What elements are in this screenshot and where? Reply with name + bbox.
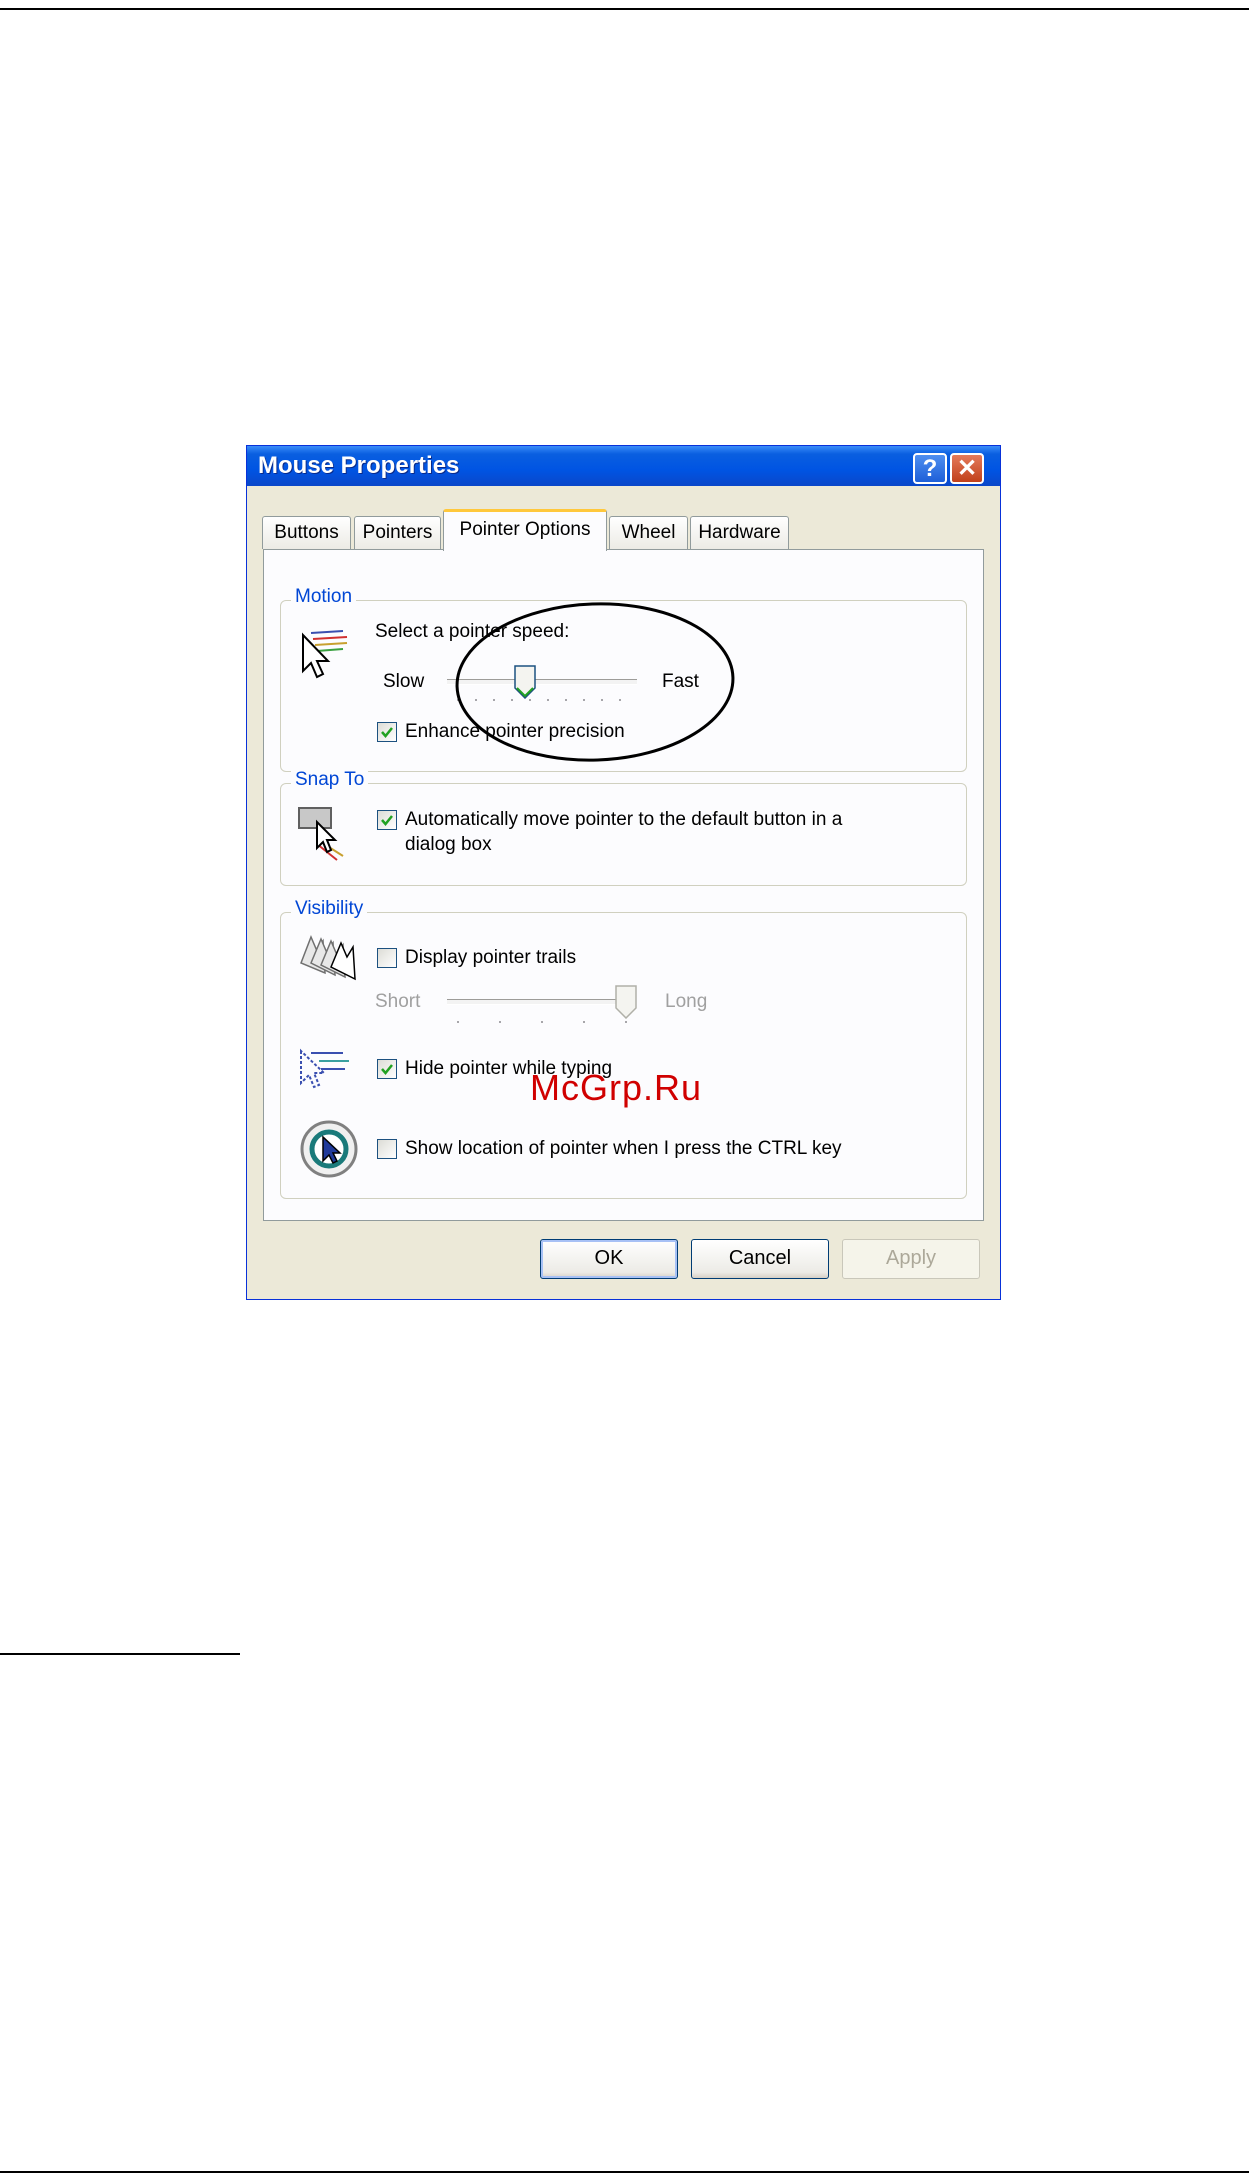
pointer-speed-tick — [493, 699, 495, 701]
pointer-speed-tick — [529, 699, 531, 701]
ctrl-locate-pointer-icon — [300, 1120, 358, 1178]
enhance-precision-checkbox[interactable] — [377, 722, 397, 742]
pointer-speed-slider[interactable] — [447, 665, 637, 705]
pointer-speed-icon — [302, 630, 348, 679]
pointer-speed-tick — [601, 699, 603, 701]
tab-hardware[interactable]: Hardware — [690, 516, 789, 549]
trail-length-tick — [457, 1021, 459, 1023]
snap-to-icon — [298, 807, 344, 861]
snap-to-group-label: Snap To — [291, 769, 369, 791]
pointer-speed-tick — [565, 699, 567, 701]
pointer-trails-checkbox[interactable] — [377, 948, 397, 968]
pointer-speed-tick — [619, 699, 621, 701]
tab-buttons[interactable]: Buttons — [262, 516, 351, 549]
watermark-text: McGrp.Ru — [530, 1067, 703, 1108]
motion-group: Motion Select a pointer speed: Slow Fast — [280, 586, 967, 772]
trail-length-thumb[interactable] — [615, 985, 637, 1019]
snap-to-group: Snap To Automatically move pointer to th… — [280, 769, 967, 886]
slow-label: Slow — [383, 671, 425, 692]
trail-length-tick — [583, 1021, 585, 1023]
check-mark-icon — [381, 815, 393, 826]
pointer-speed-prompt: Select a pointer speed: — [375, 621, 570, 642]
motion-group-label: Motion — [291, 586, 357, 608]
check-mark-icon — [381, 727, 393, 738]
mouse-properties-dialog: Mouse Properties ? ✕ Buttons Pointers Po… — [246, 445, 1001, 1300]
ok-button[interactable]: OK — [540, 1239, 678, 1279]
top-rule — [0, 8, 1249, 10]
hide-pointer-checkbox[interactable] — [377, 1059, 397, 1079]
pointer-speed-thumb[interactable] — [514, 665, 536, 699]
tab-pointers[interactable]: Pointers — [354, 516, 441, 549]
trail-length-track — [447, 999, 627, 1005]
visibility-group-label: Visibility — [291, 898, 368, 920]
fast-label: Fast — [662, 671, 699, 692]
pointer-speed-track — [447, 679, 637, 685]
apply-button[interactable]: Apply — [842, 1239, 980, 1279]
check-mark-icon — [381, 1064, 393, 1075]
enhance-precision-label[interactable]: Enhance pointer precision — [405, 721, 625, 743]
long-label: Long — [665, 991, 708, 1012]
help-button[interactable]: ? — [913, 453, 947, 484]
bottom-rule — [0, 2171, 1249, 2173]
tab-wheel[interactable]: Wheel — [609, 516, 688, 549]
title-bar[interactable]: Mouse Properties ? ✕ — [247, 446, 1000, 486]
pointer-speed-tick — [457, 699, 459, 701]
tab-pointer-options[interactable]: Pointer Options — [443, 509, 607, 551]
ctrl-locate-checkbox[interactable] — [377, 1139, 397, 1159]
close-button[interactable]: ✕ — [950, 453, 984, 484]
pointer-trails-label[interactable]: Display pointer trails — [405, 947, 576, 969]
dialog-title: Mouse Properties — [258, 452, 460, 479]
pointer-speed-tick — [583, 699, 585, 701]
trail-length-tick — [541, 1021, 543, 1023]
pointer-speed-tick — [547, 699, 549, 701]
pointer-trails-icon — [300, 935, 356, 981]
visibility-group: Visibility Display pointer trails Short … — [280, 898, 967, 1199]
short-label: Short — [375, 991, 421, 1012]
pointer-options-panel: Motion Select a pointer speed: Slow Fast — [263, 549, 984, 1221]
ctrl-locate-label[interactable]: Show location of pointer when I press th… — [405, 1138, 842, 1160]
footnote-rule — [0, 1653, 240, 1655]
snap-to-label-line2[interactable]: dialog box — [405, 834, 492, 856]
hide-pointer-icon — [300, 1048, 349, 1089]
snap-to-label-line1[interactable]: Automatically move pointer to the defaul… — [405, 809, 842, 831]
pointer-speed-tick — [475, 699, 477, 701]
trail-length-tick — [499, 1021, 501, 1023]
pointer-speed-tick — [511, 699, 513, 701]
trail-length-slider[interactable] — [447, 985, 637, 1025]
trail-length-tick — [625, 1021, 627, 1023]
snap-to-checkbox[interactable] — [377, 810, 397, 830]
cancel-button[interactable]: Cancel — [691, 1239, 829, 1279]
